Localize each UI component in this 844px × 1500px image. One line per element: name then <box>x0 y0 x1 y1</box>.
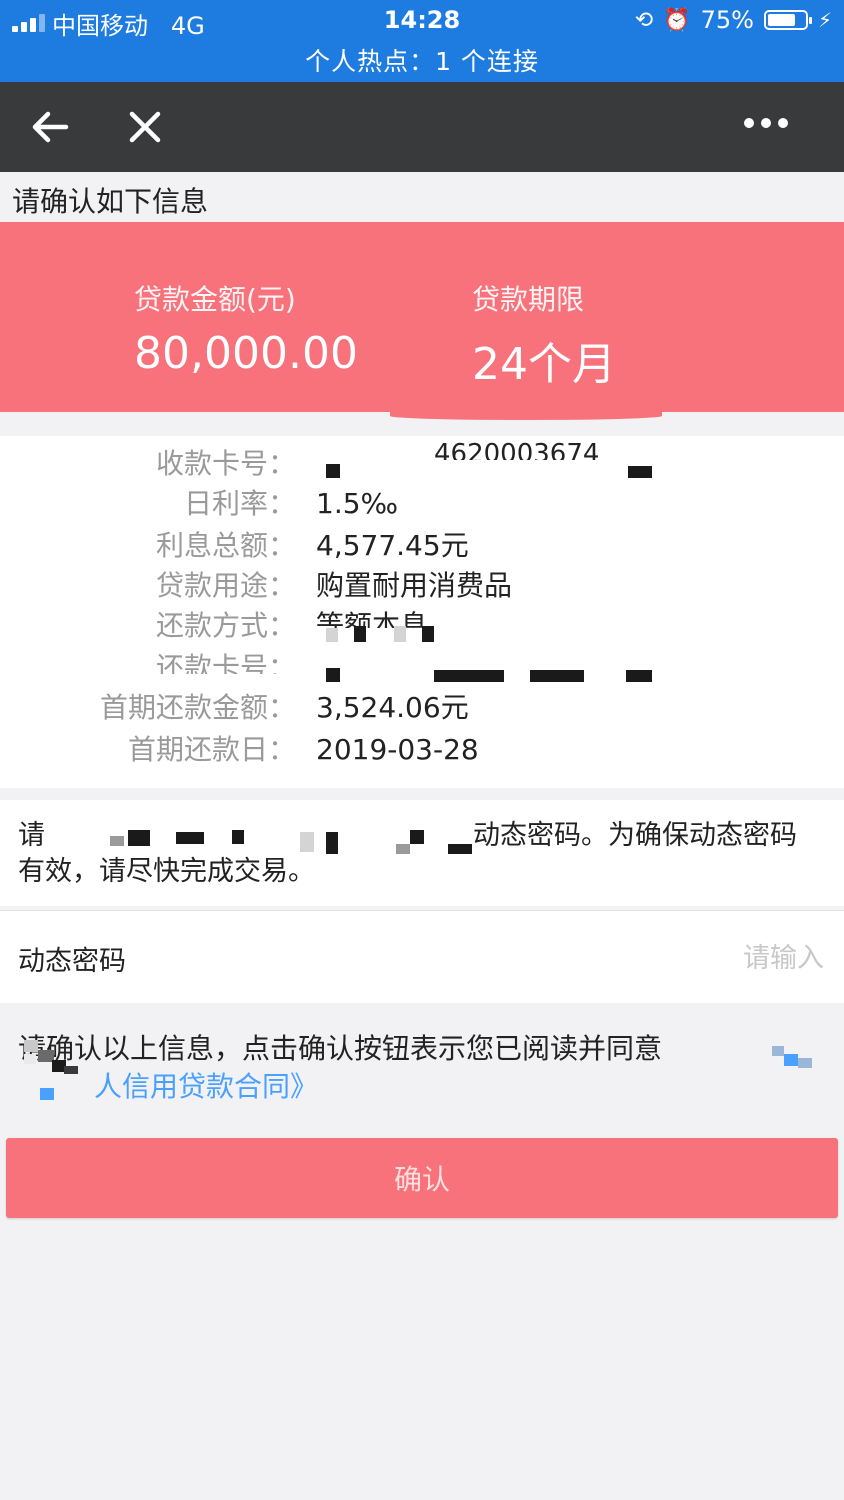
first-payment-date-label: 首期还款日： <box>127 733 296 766</box>
detail-row: 贷款用途： 购置耐用消费品 <box>0 566 844 606</box>
loan-term-label: 贷款期限 <box>472 283 585 316</box>
repayment-method-value: 等额本息 <box>316 609 429 628</box>
receiving-card-label: 收款卡号： <box>155 447 296 480</box>
otp-label: 动态密码 <box>18 946 126 977</box>
detail-row: 收款卡号： 4620003674 <box>0 439 844 484</box>
redaction-block <box>110 836 124 846</box>
otp-notice-text: 请动态密码。为确保动态密码 有效，请尽快完成交易。 <box>18 820 797 887</box>
redaction-block <box>326 464 340 478</box>
page-title: 请确认如下信息 <box>12 185 209 218</box>
otp-row: 动态密码 <box>0 910 844 1003</box>
nav-bar <box>0 82 844 172</box>
daily-rate-value: 1.5‰ <box>316 487 399 520</box>
loan-term-value: 24个月 <box>472 339 616 390</box>
banner-notch <box>0 412 844 436</box>
repayment-method-label: 还款方式： <box>155 609 296 642</box>
detail-row: 还款方式： 等额本息 <box>0 606 844 646</box>
redaction-block <box>128 830 150 846</box>
repayment-card-label: 还款卡号： <box>155 651 296 684</box>
detail-row: 利息总额： 4,577.45元 <box>0 526 844 566</box>
redaction-block <box>772 1046 812 1068</box>
redaction-block <box>300 832 314 852</box>
loan-summary-banner: 贷款金额(元) 80,000.00 贷款期限 24个月 <box>0 222 844 414</box>
redaction-block <box>394 626 406 642</box>
agreement-text: 请确认以上信息，点击确认按钮表示您已阅读并同意 <box>18 1032 663 1065</box>
alarm-icon: ⏰ <box>663 7 691 33</box>
battery-icon <box>763 10 812 30</box>
loan-purpose-label: 贷款用途： <box>155 569 296 602</box>
redaction-block <box>434 670 504 682</box>
loan-amount-label: 贷款金额(元) <box>134 283 296 316</box>
agreement-checkbox[interactable] <box>40 1088 54 1100</box>
loan-term-block: 贷款期限 24个月 <box>472 278 616 392</box>
detail-row: 日利率： 1.5‰ <box>0 484 844 524</box>
loan-amount-value: 80,000.00 <box>134 328 358 379</box>
arrow-left-icon[interactable] <box>26 102 76 152</box>
receiving-card-value: 4620003674 <box>434 439 600 460</box>
detail-row: 首期还款日： 2019-03-28 <box>0 730 844 770</box>
detail-row: 首期还款金额： 3,524.06元 <box>0 688 844 728</box>
first-payment-date-value: 2019-03-28 <box>316 733 479 766</box>
redaction-block <box>176 832 204 844</box>
loan-amount-block: 贷款金额(元) 80,000.00 <box>134 278 358 379</box>
redaction-block <box>530 670 584 682</box>
otp-notice: 请动态密码。为确保动态密码 有效，请尽快完成交易。 <box>0 800 844 906</box>
redaction-block <box>396 844 410 854</box>
detail-row: 还款卡号： <box>0 648 844 688</box>
loan-details: 收款卡号： 4620003674 日利率： 1.5‰ 利息总额： 4,577.4… <box>0 436 844 788</box>
redaction-block <box>410 830 424 844</box>
loan-purpose-value: 购置耐用消费品 <box>316 569 513 602</box>
redaction-block <box>326 628 338 642</box>
loan-contract-link[interactable]: 人信用贷款合同》 <box>94 1068 318 1106</box>
more-dots-icon[interactable] <box>744 118 788 128</box>
redaction-block <box>232 830 244 844</box>
close-icon[interactable] <box>120 102 170 152</box>
redaction-block <box>326 668 340 682</box>
otp-input[interactable] <box>522 935 826 981</box>
battery-percent: 75% <box>700 6 754 34</box>
first-payment-amount-label: 首期还款金额： <box>99 691 296 724</box>
redaction-block <box>326 832 338 854</box>
rotation-lock-icon: ⟲ <box>634 7 654 33</box>
hotspot-banner[interactable]: 个人热点：1 个连接 <box>0 42 844 78</box>
redaction-block <box>422 626 434 642</box>
redaction-block <box>626 670 652 682</box>
redaction-block <box>448 844 472 854</box>
first-payment-amount-value: 3,524.06元 <box>316 691 469 724</box>
redaction-block <box>628 466 652 478</box>
redaction-block <box>354 626 366 642</box>
confirm-button[interactable]: 确认 <box>6 1138 838 1218</box>
total-interest-label: 利息总额： <box>155 529 296 562</box>
total-interest-value: 4,577.45元 <box>316 529 469 562</box>
charging-icon: ⚡ <box>817 8 832 32</box>
redaction-block <box>24 1040 78 1074</box>
status-bar: 中国移动 4G 14:28 ⟲ ⏰ 75% ⚡ 个人热点：1 个连接 <box>0 0 844 82</box>
daily-rate-label: 日利率： <box>183 487 296 520</box>
